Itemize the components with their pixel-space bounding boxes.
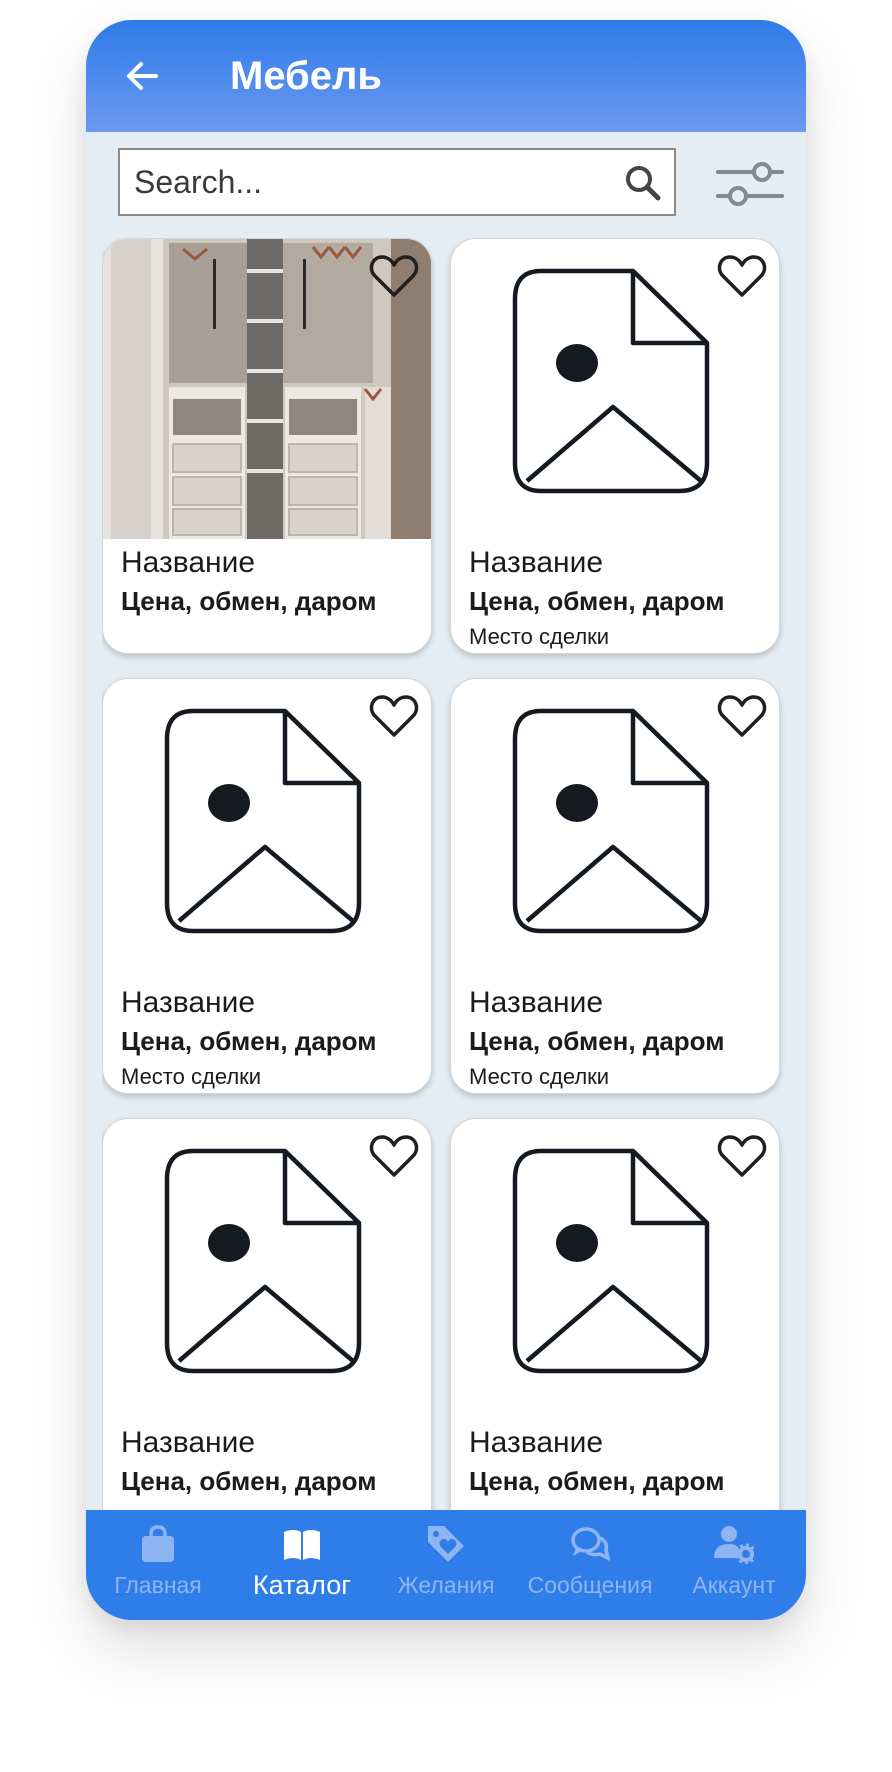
heart-tag-icon: [428, 1526, 464, 1562]
listing-name: Название: [121, 1426, 256, 1459]
listing-name: Название: [469, 986, 604, 1019]
shopping-bag-icon: [142, 1525, 174, 1562]
heart-icon[interactable]: [369, 1133, 419, 1179]
search-input[interactable]: [134, 160, 604, 204]
back-arrow-icon[interactable]: [122, 56, 162, 96]
listing-place: Место сделки: [469, 1064, 610, 1089]
listing-price: Цена, обмен, даром: [469, 1026, 725, 1056]
nav-item-catalog[interactable]: Каталог: [230, 1510, 374, 1620]
heart-icon[interactable]: [369, 693, 419, 739]
listing-price: Цена, обмен, даром: [121, 586, 377, 616]
heart-icon[interactable]: [717, 253, 767, 299]
chat-bubbles-icon: [571, 1527, 610, 1561]
image-placeholder-icon: [512, 708, 710, 934]
nav-item-wishlist[interactable]: Желания: [374, 1510, 518, 1620]
listing-card[interactable]: Название Цена, обмен, даром: [102, 1118, 432, 1528]
listing-name: Название: [121, 546, 256, 579]
listing-place: Место сделки: [469, 624, 610, 649]
image-placeholder-icon: [164, 1148, 362, 1374]
phone-screen: Мебель Search... Название Цена, обмен, д…: [86, 20, 806, 1620]
listing-card[interactable]: Название Цена, обмен, даром: [102, 238, 432, 654]
search-box: [118, 148, 676, 216]
page-title: Мебель: [230, 54, 382, 98]
heart-icon[interactable]: [717, 1133, 767, 1179]
nav-label: Каталог: [252, 1570, 352, 1600]
book-icon: [284, 1530, 320, 1560]
image-placeholder-icon: [164, 708, 362, 934]
listing-price: Цена, обмен, даром: [121, 1026, 377, 1056]
nav-item-messages[interactable]: Сообщения: [518, 1510, 662, 1620]
nav-label: Аккаунт: [692, 1572, 776, 1598]
filter-sliders-icon[interactable]: [714, 154, 786, 214]
nav-label: Сообщения: [527, 1572, 653, 1598]
heart-icon[interactable]: [369, 253, 419, 299]
listing-grid: Название Цена, обмен, даром Название Цен…: [102, 238, 790, 1528]
listing-name: Название: [121, 986, 256, 1019]
listing-card[interactable]: Название Цена, обмен, даром: [450, 1118, 780, 1528]
listing-card[interactable]: Название Цена, обмен, даром Место сделки: [450, 238, 780, 654]
listing-price: Цена, обмен, даром: [469, 1466, 725, 1496]
nav-label: Главная: [114, 1572, 202, 1598]
image-placeholder-icon: [512, 268, 710, 494]
search-icon[interactable]: [622, 162, 664, 204]
heart-icon[interactable]: [717, 693, 767, 739]
listing-place: Место сделки: [121, 1064, 262, 1089]
listing-card[interactable]: Название Цена, обмен, даром Место сделки: [450, 678, 780, 1094]
listing-name: Название: [469, 546, 604, 579]
listing-card[interactable]: Название Цена, обмен, даром Место сделки: [102, 678, 432, 1094]
nav-label: Желания: [397, 1572, 495, 1598]
bottom-nav: Главная Каталог Желания Сообщения Аккаун…: [86, 1510, 806, 1620]
listing-name: Название: [469, 1426, 604, 1459]
app-header: Мебель: [86, 20, 806, 132]
listing-price: Цена, обмен, даром: [469, 586, 725, 616]
user-settings-icon: [714, 1526, 754, 1564]
listing-price: Цена, обмен, даром: [121, 1466, 377, 1496]
nav-item-home[interactable]: Главная: [86, 1510, 230, 1620]
image-placeholder-icon: [512, 1148, 710, 1374]
nav-item-account[interactable]: Аккаунт: [662, 1510, 806, 1620]
